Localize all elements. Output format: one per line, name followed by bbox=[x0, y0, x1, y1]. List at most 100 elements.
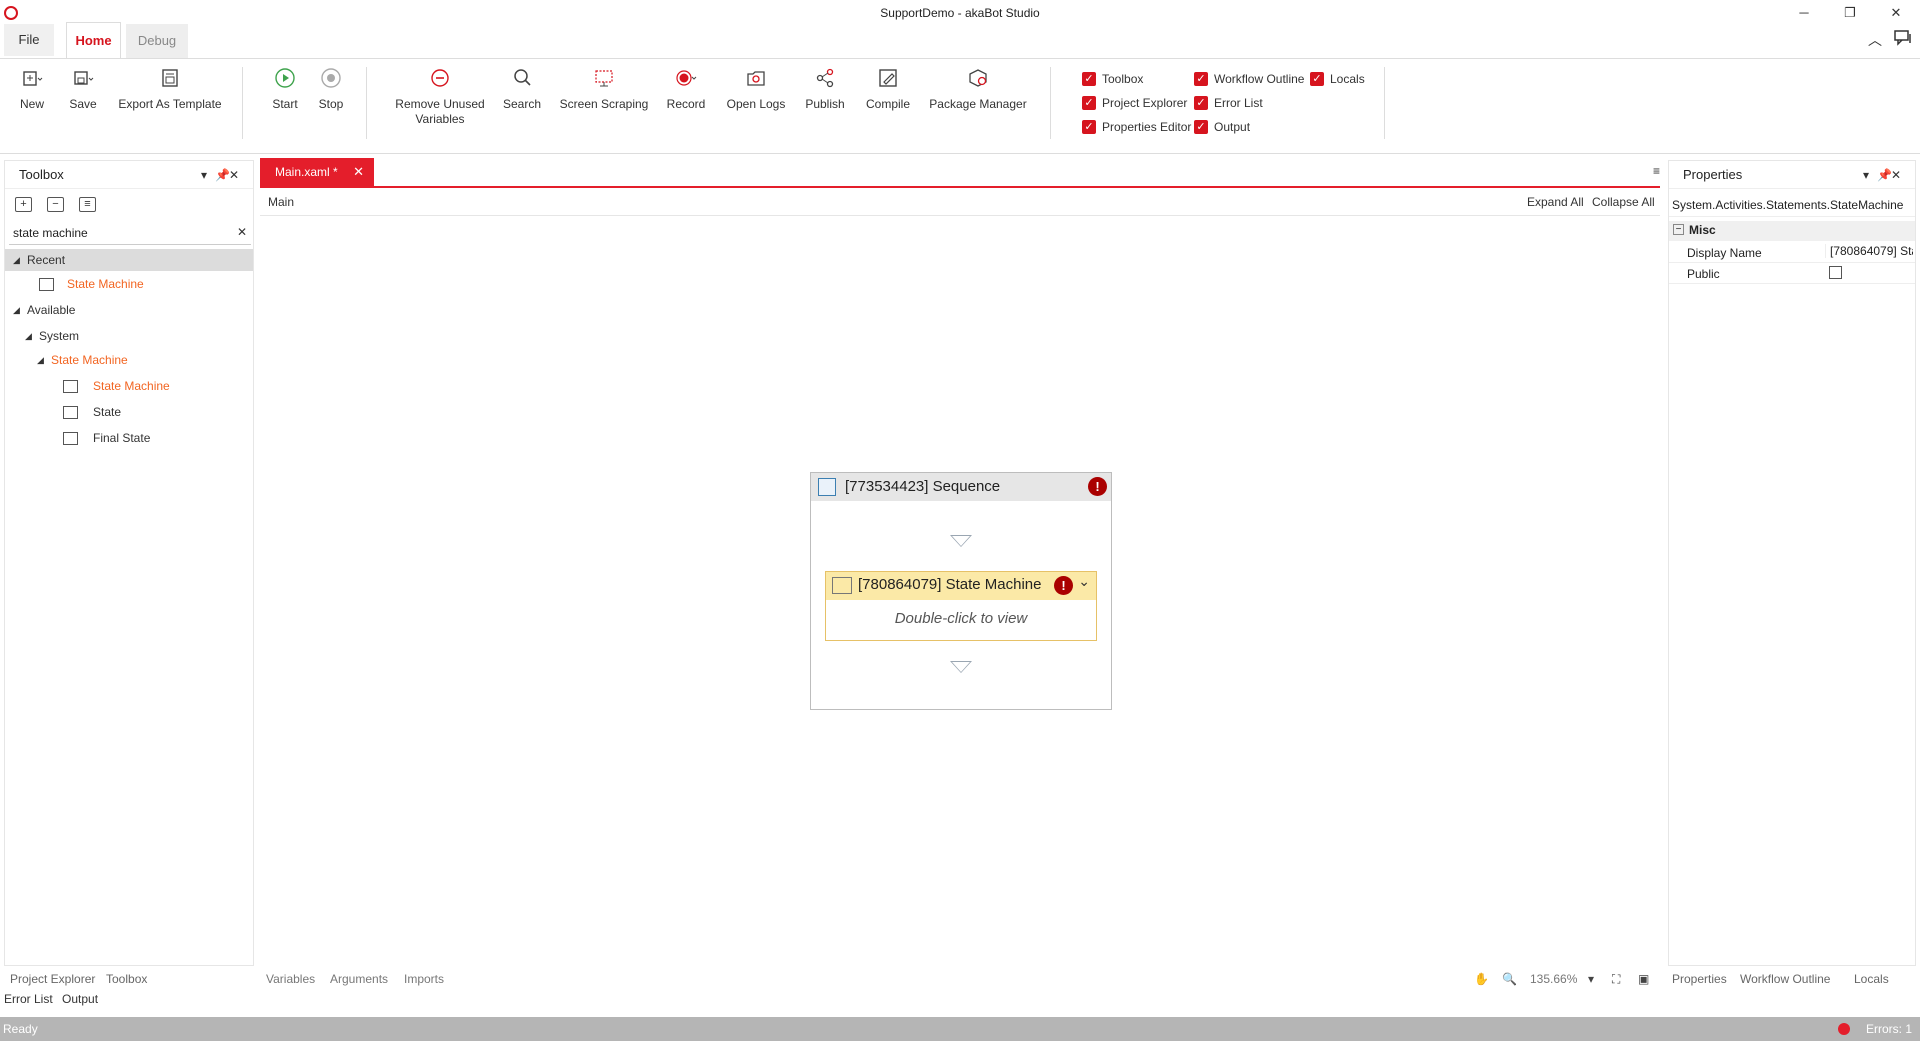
sequence-activity[interactable]: [773534423] Sequence ! [780864079] State… bbox=[810, 472, 1112, 710]
tree-node-recent[interactable]: ◢ Recent bbox=[5, 249, 253, 271]
display-name-field[interactable]: [780864079] State Machine bbox=[1825, 244, 1913, 258]
start-button[interactable]: Start bbox=[270, 67, 300, 112]
left-bottom-tabs: Project Explorer Toolbox Error List Outp… bbox=[4, 968, 254, 1008]
expand-all-link[interactable]: Expand All bbox=[1527, 195, 1584, 209]
state-icon bbox=[63, 406, 78, 419]
package-manager-button[interactable]: Package Manager bbox=[928, 67, 1028, 112]
property-category-misc[interactable]: − Misc bbox=[1669, 221, 1915, 241]
checkbox-checked-icon: ✓ bbox=[1082, 120, 1096, 134]
tab-list-menu-icon[interactable]: ≡ bbox=[1653, 164, 1660, 178]
close-panel-icon[interactable]: ✕ bbox=[1891, 161, 1901, 189]
toolbox-search-input[interactable] bbox=[9, 223, 219, 243]
tree-node-state-machine-group[interactable]: ◢ State Machine bbox=[5, 349, 253, 371]
zoom-icon[interactable]: 🔍 bbox=[1502, 972, 1517, 986]
state-machine-activity[interactable]: [780864079] State Machine ! ⌄ Double-cli… bbox=[825, 571, 1097, 641]
compile-button[interactable]: Compile bbox=[862, 67, 914, 112]
restore-button[interactable]: ❐ bbox=[1830, 2, 1870, 24]
search-button[interactable]: Search bbox=[500, 67, 544, 112]
expanded-arrow-icon: ◢ bbox=[37, 355, 44, 365]
toggle-project-explorer[interactable]: ✓ Project Explorer bbox=[1082, 94, 1187, 112]
tab-home[interactable]: Home bbox=[66, 22, 121, 58]
chevron-down-icon[interactable]: ⌄ bbox=[1078, 573, 1090, 590]
drop-target-arrow-icon[interactable] bbox=[950, 535, 972, 547]
toggle-workflow-outline[interactable]: ✓ Workflow Outline bbox=[1194, 70, 1304, 88]
tab-toolbox[interactable]: Toolbox bbox=[106, 972, 147, 986]
pin-icon[interactable]: 📌 bbox=[215, 161, 230, 189]
remove-variables-icon bbox=[431, 69, 449, 87]
overview-map-icon[interactable]: ▣ bbox=[1638, 972, 1649, 986]
tab-variables[interactable]: Variables bbox=[266, 972, 315, 986]
feedback-icon[interactable] bbox=[1894, 30, 1912, 49]
collapse-all-link[interactable]: Collapse All bbox=[1592, 195, 1655, 209]
activity-type-name: System.Activities.Statements.StateMachin… bbox=[1669, 193, 1915, 217]
tab-locals[interactable]: Locals bbox=[1854, 972, 1889, 986]
error-indicator-icon bbox=[1838, 1023, 1850, 1035]
ribbon-separator bbox=[1384, 67, 1385, 139]
state-machine-icon bbox=[63, 380, 78, 393]
ribbon-separator bbox=[1050, 67, 1051, 139]
expand-all-icon[interactable]: + bbox=[15, 197, 32, 212]
toggle-properties-editor[interactable]: ✓ Properties Editor bbox=[1082, 118, 1191, 136]
stop-button[interactable]: Stop bbox=[316, 67, 346, 112]
tab-properties[interactable]: Properties bbox=[1672, 972, 1727, 986]
tab-arguments[interactable]: Arguments bbox=[330, 972, 388, 986]
state-machine-header[interactable]: [780864079] State Machine ! ⌄ bbox=[826, 572, 1096, 600]
tab-error-list[interactable]: Error List bbox=[4, 992, 53, 1006]
zoom-dropdown-icon[interactable]: ▾ bbox=[1588, 972, 1594, 986]
fit-to-screen-icon[interactable]: ⛶ bbox=[1612, 972, 1620, 987]
tree-node-available[interactable]: ◢ Available bbox=[5, 299, 253, 321]
tab-output[interactable]: Output bbox=[62, 992, 98, 1006]
tab-project-explorer[interactable]: Project Explorer bbox=[10, 972, 95, 986]
public-checkbox[interactable] bbox=[1829, 266, 1842, 279]
tree-item-final-state[interactable]: Final State bbox=[5, 427, 253, 449]
publish-button[interactable]: Publish bbox=[802, 67, 848, 112]
tree-node-system[interactable]: ◢ System bbox=[5, 325, 253, 347]
tree-item-recent-state-machine[interactable]: State Machine bbox=[5, 273, 253, 295]
open-logs-icon bbox=[747, 71, 765, 86]
record-button[interactable]: Record bbox=[664, 67, 708, 112]
error-count[interactable]: Errors: 1 bbox=[1866, 1022, 1912, 1036]
minimize-button[interactable]: ─ bbox=[1784, 2, 1824, 24]
close-window-button[interactable]: ✕ bbox=[1876, 2, 1916, 24]
tree-item-state-machine[interactable]: State Machine bbox=[5, 375, 253, 397]
close-panel-icon[interactable]: ✕ bbox=[229, 161, 239, 189]
open-logs-button[interactable]: Open Logs bbox=[724, 67, 788, 112]
toggle-output[interactable]: ✓ Output bbox=[1194, 118, 1250, 136]
tab-workflow-outline[interactable]: Workflow Outline bbox=[1740, 972, 1830, 986]
export-as-template-button[interactable]: Export As Template bbox=[116, 67, 224, 112]
window-title: SupportDemo - akaBot Studio bbox=[880, 6, 1040, 20]
play-icon bbox=[275, 68, 295, 88]
toggle-locals[interactable]: ✓ Locals bbox=[1310, 70, 1365, 88]
ribbon-separator bbox=[366, 67, 367, 139]
remove-unused-variables-button[interactable]: Remove Unused Variables bbox=[394, 67, 486, 127]
screen-scraping-button[interactable]: Screen Scraping bbox=[558, 67, 650, 112]
error-icon[interactable]: ! bbox=[1088, 477, 1107, 496]
clear-search-icon[interactable]: ✕ bbox=[237, 225, 247, 239]
panel-menu-icon[interactable]: ▾ bbox=[1863, 161, 1869, 189]
close-tab-icon[interactable]: ✕ bbox=[353, 158, 364, 186]
tab-file[interactable]: File bbox=[4, 24, 54, 56]
tree-item-state[interactable]: State bbox=[5, 401, 253, 423]
collapse-ribbon-icon[interactable]: ︿ bbox=[1868, 30, 1882, 50]
sequence-header[interactable]: [773534423] Sequence ! bbox=[811, 473, 1111, 501]
error-icon[interactable]: ! bbox=[1054, 576, 1073, 595]
document-tab-main[interactable]: Main.xaml * ✕ bbox=[260, 158, 374, 186]
list-view-icon[interactable]: ≡ bbox=[79, 197, 96, 212]
collapse-category-icon[interactable]: − bbox=[1673, 224, 1684, 235]
pan-hand-icon[interactable]: ✋ bbox=[1474, 972, 1489, 986]
expanded-arrow-icon: ◢ bbox=[13, 305, 20, 315]
toggle-error-list[interactable]: ✓ Error List bbox=[1194, 94, 1263, 112]
app-window: SupportDemo - akaBot Studio ─ ❐ ✕ File H… bbox=[0, 0, 1920, 1041]
new-button[interactable]: New bbox=[16, 67, 48, 112]
panel-menu-icon[interactable]: ▾ bbox=[201, 161, 207, 189]
tab-imports[interactable]: Imports bbox=[404, 972, 444, 986]
toggle-toolbox[interactable]: ✓ Toolbox bbox=[1082, 70, 1143, 88]
drop-target-arrow-icon[interactable] bbox=[950, 661, 972, 673]
pin-icon[interactable]: 📌 bbox=[1877, 161, 1892, 189]
breadcrumb[interactable]: Main bbox=[268, 195, 294, 209]
tab-debug[interactable]: Debug bbox=[126, 24, 188, 58]
toolbox-header: Toolbox ▾ 📌 ✕ bbox=[5, 161, 253, 189]
zoom-level[interactable]: 135.66% bbox=[1530, 972, 1577, 986]
collapse-all-icon[interactable]: − bbox=[47, 197, 64, 212]
save-button[interactable]: Save bbox=[66, 67, 100, 112]
